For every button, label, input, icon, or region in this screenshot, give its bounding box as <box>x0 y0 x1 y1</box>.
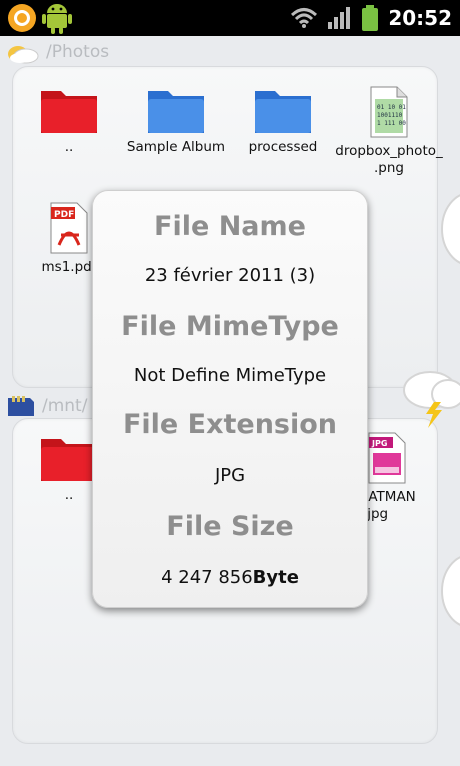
file-info-dialog: File Name 23 février 2011 (3) File MimeT… <box>92 190 368 608</box>
path-row-mnt: /mnt/ <box>6 394 87 418</box>
file-item-sample-album[interactable]: Sample Album <box>120 85 232 156</box>
file-item-label: .. <box>64 139 74 155</box>
cloud-icon <box>441 556 460 626</box>
file-extension-title: File Extension <box>122 409 338 440</box>
clock: 20:52 <box>388 6 452 30</box>
app-notification-icon <box>8 4 36 32</box>
jpg-file-icon: JPG <box>368 432 406 484</box>
file-size-value: 4 247 856Byte <box>93 567 367 588</box>
status-bar: 20:52 <box>0 0 460 36</box>
path-row-photos: /Photos <box>6 40 109 64</box>
svg-text:PDF: PDF <box>54 210 74 220</box>
file-item-processed[interactable]: processed <box>227 85 339 156</box>
signal-icon <box>328 7 351 29</box>
file-item-label: dropbox_photo_ .png <box>335 143 443 176</box>
file-item-dropbox-photo[interactable]: 01 10 01 1001110 1 111 00 dropbox_photo_… <box>331 85 447 177</box>
file-name-value: 23 février 2011 (3) <box>144 265 316 286</box>
mime-type-title: File MimeType <box>121 311 339 342</box>
blue-folder-icon <box>255 91 311 133</box>
svg-text:JPG: JPG <box>371 439 387 448</box>
file-item-label: Sample Album <box>126 139 226 155</box>
file-name-title: File Name <box>154 211 306 242</box>
png-file-icon: 01 10 01 1001110 1 111 00 <box>370 86 408 138</box>
file-extension-value: JPG <box>214 465 246 486</box>
mime-type-value: Not Define MimeType <box>133 365 327 386</box>
cloud-icon <box>8 46 39 64</box>
file-size-number: 4 247 856 <box>161 567 253 588</box>
blue-folder-icon <box>148 91 204 133</box>
red-folder-icon <box>41 439 97 481</box>
android-icon <box>42 4 72 34</box>
file-size-unit: Byte <box>252 567 299 588</box>
pdf-file-icon: PDF <box>50 202 88 254</box>
path-label: /Photos <box>46 42 110 62</box>
svg-text:1001110: 1001110 <box>377 112 403 119</box>
path-label: /mnt/ <box>42 396 88 416</box>
sd-card-icon <box>8 396 34 416</box>
red-folder-icon <box>41 91 97 133</box>
svg-text:1 111 00: 1 111 00 <box>377 120 406 127</box>
file-item-parent[interactable]: .. <box>13 85 125 156</box>
storm-cloud-icon <box>403 371 460 428</box>
battery-icon <box>362 5 379 31</box>
cloud-icon <box>441 194 460 264</box>
file-size-title: File Size <box>166 511 294 542</box>
file-item-label: processed <box>248 139 318 155</box>
svg-text:01 10 01: 01 10 01 <box>377 104 406 111</box>
wifi-icon <box>291 8 318 28</box>
